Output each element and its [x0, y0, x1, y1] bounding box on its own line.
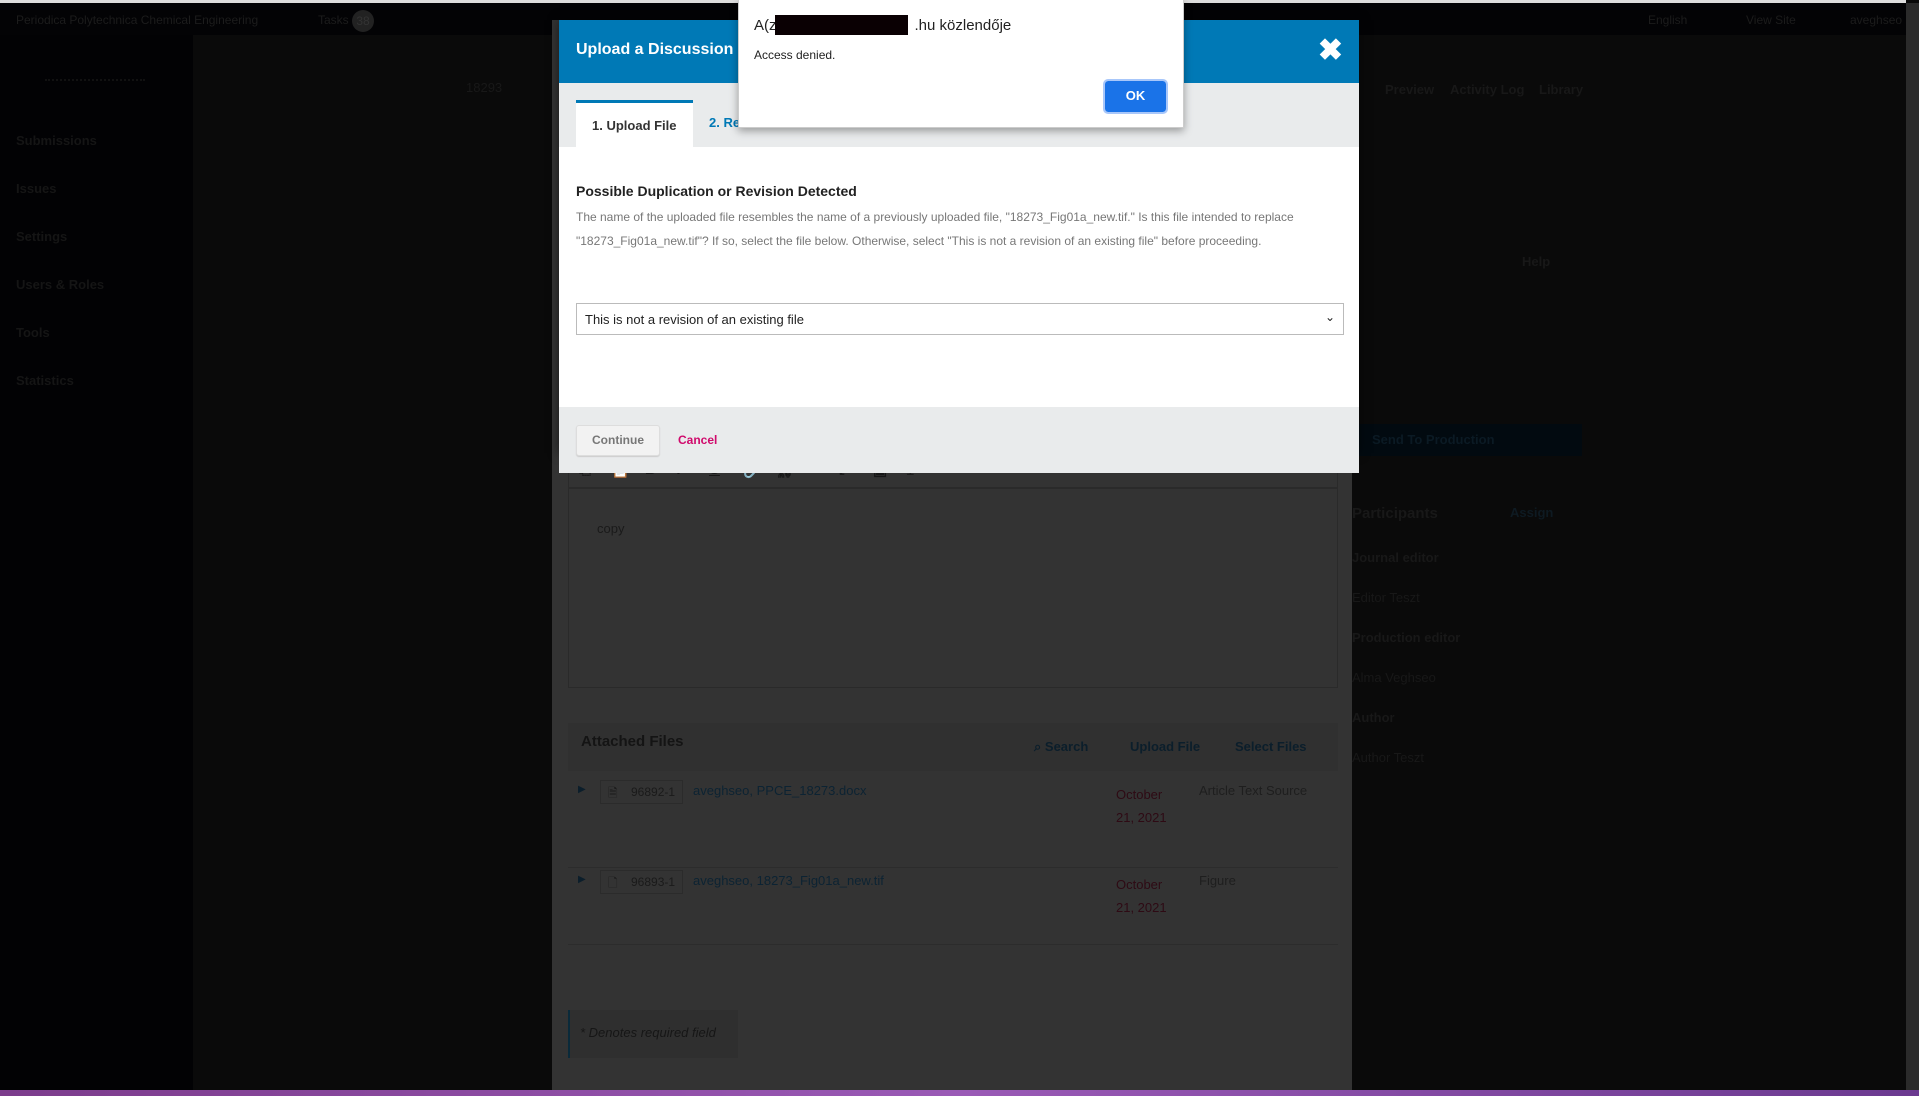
expand-row-icon[interactable]: ▶ — [578, 784, 586, 795]
file-icon: 🗋 — [608, 876, 618, 890]
participant-name[interactable]: Editor Teszt — [1352, 590, 1420, 605]
view-site-link[interactable]: View Site — [1746, 13, 1796, 27]
tab-upload-file[interactable]: 1. Upload File — [576, 100, 693, 147]
tasks-link[interactable]: Tasks — [318, 13, 349, 27]
role-label: Journal editor — [1352, 550, 1439, 565]
user-menu[interactable]: aveghseo — [1850, 13, 1902, 27]
duplication-heading: Possible Duplication or Revision Detecte… — [576, 183, 857, 199]
participants-heading: Participants — [1352, 505, 1438, 522]
modal-body: Possible Duplication or Revision Detecte… — [559, 147, 1359, 407]
file-row: ▶ 🗋 96893-1 aveghseo, 18273_Fig01a_new.ti… — [568, 868, 1338, 945]
search-icon: ⌕ — [1034, 739, 1045, 754]
attached-files-header: Attached Files ⌕ Search Upload File Sele… — [568, 723, 1338, 771]
browser-alert-dialog: A(z) .hu közlendője Access denied. OK — [738, 0, 1184, 128]
file-link[interactable]: aveghseo, PPCE_18273.docx — [693, 783, 866, 798]
tab-preview[interactable]: Preview — [1385, 82, 1434, 97]
sidebar: Submissions Issues Settings Users & Role… — [0, 35, 193, 1090]
modal-footer: Continue Cancel — [559, 407, 1359, 473]
message-editor[interactable]: copy — [568, 488, 1338, 688]
tasks-count-badge: 38 — [352, 10, 374, 32]
file-id: 🗎 96892-1 — [600, 780, 683, 804]
revision-select[interactable]: This is not a revision of an existing fi… — [576, 303, 1344, 335]
file-date: October 21, 2021 — [1116, 877, 1167, 915]
sidebar-item-users-roles[interactable]: Users & Roles — [16, 277, 104, 292]
role-label: Production editor — [1352, 630, 1461, 645]
taskbar — [0, 1090, 1919, 1096]
submission-id: 18293 — [466, 80, 503, 95]
close-icon[interactable]: ✖ — [1318, 33, 1343, 68]
participant-name[interactable]: Alma Veghseo — [1352, 670, 1436, 685]
continue-button[interactable]: Continue — [576, 425, 660, 456]
sidebar-item-issues[interactable]: Issues — [16, 181, 56, 196]
participant-name[interactable]: Author Teszt — [1352, 750, 1424, 765]
assign-link[interactable]: Assign — [1510, 505, 1553, 520]
send-to-production-button[interactable]: Send To Production — [1352, 424, 1582, 456]
chevron-down-icon: ⌄ — [1324, 310, 1335, 324]
upload-file-button[interactable]: Upload File — [1130, 739, 1200, 754]
search-files-button[interactable]: ⌕ Search — [1034, 739, 1088, 755]
required-field-note: * Denotes required field — [568, 1010, 738, 1058]
alert-message: Access denied. — [754, 48, 836, 62]
duplication-description: The name of the uploaded file resembles … — [576, 210, 1294, 248]
tab-activity-log[interactable]: Activity Log — [1450, 82, 1524, 97]
sidebar-item-tools[interactable]: Tools — [16, 325, 50, 340]
scrollbar[interactable] — [1906, 3, 1919, 1090]
attached-files-title: Attached Files — [581, 733, 684, 750]
tab-library[interactable]: Library — [1539, 82, 1583, 97]
help-button[interactable]: Help — [1522, 254, 1550, 269]
file-row: ▶ 🗎 96892-1 aveghseo, PPCE_18273.docx Oct… — [568, 780, 1338, 868]
role-label: Author — [1352, 710, 1395, 725]
sidebar-item-statistics[interactable]: Statistics — [16, 373, 74, 388]
expand-row-icon[interactable]: ▶ — [578, 874, 586, 885]
modal-title: Upload a Discussion File — [576, 41, 766, 58]
file-link[interactable]: aveghseo, 18273_Fig01a_new.tif — [693, 873, 884, 888]
file-type: Figure — [1199, 873, 1236, 888]
sidebar-item-settings[interactable]: Settings — [16, 229, 67, 244]
word-file-icon: 🗎 — [608, 786, 618, 800]
journal-switcher[interactable]: Periodica Polytechnica Chemical Engineer… — [16, 13, 258, 27]
sidebar-item-submissions[interactable]: Submissions — [16, 133, 97, 148]
language-menu[interactable]: English — [1648, 13, 1687, 27]
redaction-bar — [775, 15, 908, 35]
ok-button[interactable]: OK — [1103, 79, 1168, 114]
file-id: 🗋 96893-1 — [600, 870, 683, 894]
file-date: October 21, 2021 — [1116, 787, 1167, 825]
select-files-button[interactable]: Select Files — [1235, 739, 1307, 754]
cancel-link[interactable]: Cancel — [678, 433, 717, 447]
journal-logo — [45, 53, 145, 81]
file-type: Article Text Source — [1199, 783, 1308, 798]
